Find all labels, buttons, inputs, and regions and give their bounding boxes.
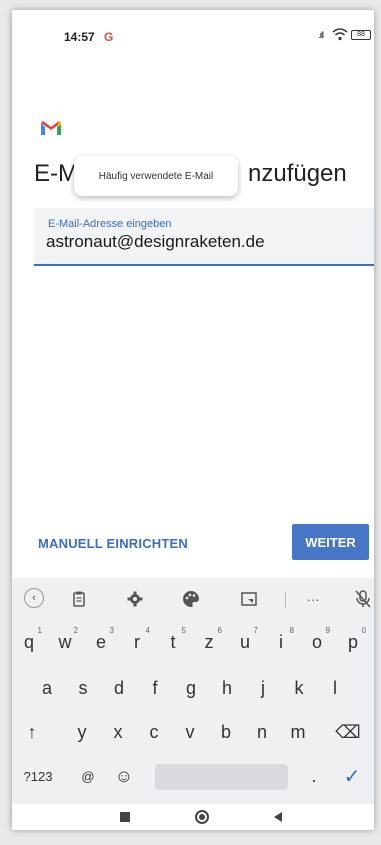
email-input[interactable] [46, 232, 326, 252]
google-notification-icon: G [104, 30, 114, 44]
key-n[interactable]: n [246, 712, 278, 752]
more-icon[interactable]: ··· [302, 588, 324, 610]
key-k[interactable]: k [283, 668, 315, 708]
gmail-logo [41, 121, 61, 135]
key-l[interactable]: l [319, 668, 351, 708]
back-icon[interactable]: ‹ [24, 588, 44, 608]
key-g[interactable]: g [175, 668, 207, 708]
emoji-key[interactable]: ☺ [108, 756, 140, 796]
at-key[interactable]: @ [72, 756, 104, 796]
next-button[interactable]: WEITER [292, 524, 369, 560]
page-title: E-M nzufügen [34, 160, 347, 188]
tooltip-text: Häufig verwendete E-Mail [98, 170, 214, 182]
keyboard: ‹ ··· q 1 w 2 e 3 r 4 t 5 z 6 u 7 i 8 o … [12, 578, 374, 804]
email-field-label: E-Mail-Adresse eingeben [48, 218, 172, 230]
keyboard-row-1: q1 w2 e3 r4 t5 z6 u7 i8 o9 p0 [12, 622, 374, 662]
gear-icon[interactable] [124, 588, 146, 610]
enter-key[interactable]: ✓ [336, 756, 368, 796]
space-key[interactable] [155, 764, 288, 790]
symbols-key[interactable]: ?123 [18, 756, 58, 796]
key-p[interactable]: p0 [337, 622, 369, 662]
navigation-bar [12, 804, 374, 830]
home-icon[interactable] [195, 810, 209, 824]
key-s[interactable]: s [67, 668, 99, 708]
email-field[interactable]: E-Mail-Adresse eingeben [34, 208, 374, 266]
page-title-suffix: nzufügen [248, 160, 347, 187]
key-h[interactable]: h [211, 668, 243, 708]
palette-icon[interactable] [180, 588, 202, 610]
key-x[interactable]: x [102, 712, 134, 752]
resize-icon[interactable] [238, 588, 260, 610]
key-y[interactable]: y [66, 712, 98, 752]
mic-off-icon[interactable] [352, 588, 374, 610]
key-a[interactable]: a [31, 668, 63, 708]
key-t[interactable]: t5 [157, 622, 189, 662]
shift-key[interactable]: ↑ [16, 712, 48, 752]
key-v[interactable]: v [174, 712, 206, 752]
clipboard-icon[interactable] [68, 588, 90, 610]
page-title-prefix: E-M [34, 160, 78, 187]
key-o[interactable]: o9 [301, 622, 333, 662]
battery-icon: 88 [351, 30, 371, 40]
backspace-key[interactable]: ⌫ [332, 712, 364, 752]
phone-screen: 14:57 G .ıll 88 E-M nzufügen Häufig verw… [12, 10, 374, 830]
period-key[interactable]: . [298, 756, 330, 796]
keyboard-row-4: ?123 @ ☺ . ✓ [12, 756, 374, 796]
key-d[interactable]: d [103, 668, 135, 708]
recents-icon[interactable] [120, 812, 130, 822]
key-j[interactable]: j [247, 668, 279, 708]
manual-setup-button[interactable]: MANUELL EINRICHTEN [38, 536, 188, 551]
signal-icon: .ıll [318, 30, 324, 40]
key-f[interactable]: f [139, 668, 171, 708]
key-c[interactable]: c [138, 712, 170, 752]
key-i[interactable]: i8 [265, 622, 297, 662]
status-time: 14:57 [64, 30, 95, 44]
keyboard-toolbar: ‹ ··· [12, 584, 374, 614]
toolbar-divider [285, 592, 286, 608]
keyboard-row-2: a s d f g h j k l [12, 668, 374, 708]
status-bar: 14:57 G .ıll 88 [12, 10, 374, 50]
key-e[interactable]: e3 [85, 622, 117, 662]
key-z[interactable]: z6 [193, 622, 225, 662]
wifi-icon [332, 28, 348, 41]
email-suggestion-tooltip[interactable]: Häufig verwendete E-Mail [74, 156, 238, 196]
key-r[interactable]: r4 [121, 622, 153, 662]
key-q[interactable]: q1 [13, 622, 45, 662]
key-u[interactable]: u7 [229, 622, 261, 662]
key-b[interactable]: b [210, 712, 242, 752]
key-w[interactable]: w2 [49, 622, 81, 662]
key-m[interactable]: m [282, 712, 314, 752]
keyboard-row-3: ↑ y x c v b n m ⌫ [12, 712, 374, 752]
back-nav-icon[interactable] [274, 812, 282, 822]
